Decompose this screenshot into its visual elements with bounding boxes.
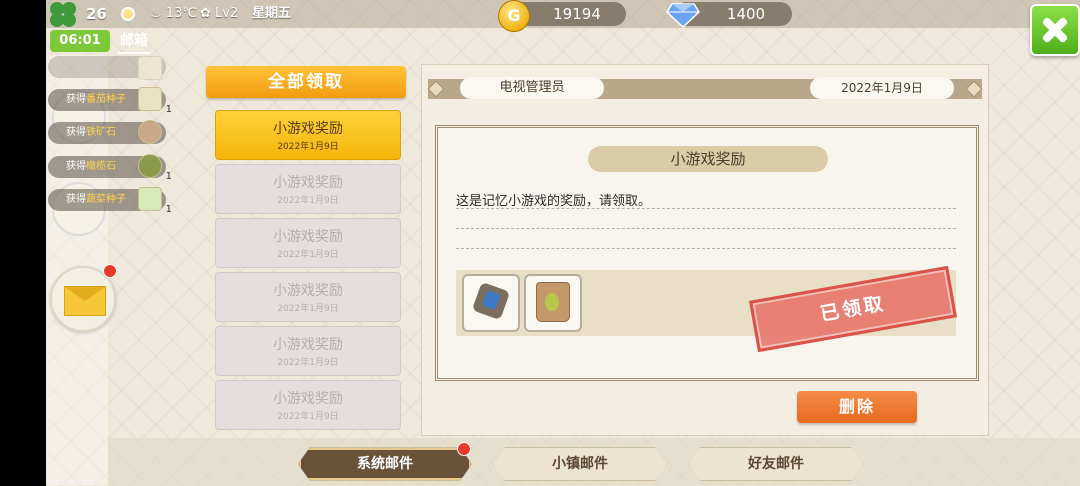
notif-prefix: 获得: [66, 194, 86, 205]
temperature: ♨ 13℃: [150, 4, 197, 24]
tomato-seed-icon: [138, 87, 162, 111]
mail-detail-panel: 电视管理员 2022年1月9日 小游戏奖励 这是记忆小游戏的奖励，请领取。 已领…: [421, 64, 989, 436]
gold-coin-icon: G: [498, 0, 530, 32]
notification-item: 获得蔬菜种子 1: [48, 187, 172, 215]
mail-item-title: 小游戏奖励: [273, 121, 343, 137]
clock: 06:01: [50, 30, 110, 52]
mail-alert-dot: [103, 264, 117, 278]
notif-count: 1: [165, 171, 172, 182]
iron-ore-icon: [138, 120, 162, 144]
mail-item-title: 小游戏奖励: [273, 337, 343, 353]
notification-item: 获得橄榄石 1: [48, 154, 172, 182]
mail-item-title: 小游戏奖励: [273, 175, 343, 191]
notif-prefix: 获得: [66, 94, 86, 105]
collect-all-button[interactable]: 全部领取: [206, 66, 406, 98]
mail-body: 这是记忆小游戏的奖励，请领取。: [456, 194, 652, 209]
player-level: 26: [86, 5, 107, 23]
notif-item-name: 蔬菜种子: [86, 194, 126, 205]
mail-content: 小游戏奖励 这是记忆小游戏的奖励，请领取。: [435, 125, 979, 381]
notif-item-name: 铁矿石: [86, 127, 116, 138]
item-icon: [138, 56, 162, 80]
mail-item-title: 小游戏奖励: [273, 229, 343, 245]
tab-system-mail[interactable]: 系统邮件: [298, 447, 472, 481]
mail-item[interactable]: 小游戏奖励 2022年1月9日: [215, 218, 401, 268]
mail-item-date: 2022年1月9日: [277, 142, 339, 152]
notif-prefix: 获得: [66, 127, 86, 138]
olivine-icon: [138, 154, 162, 178]
envelope-icon: [64, 286, 106, 316]
mail-date: 2022年1月9日: [810, 77, 954, 99]
weekday: 星期五: [252, 6, 292, 21]
notification-item: 获得番茄种子 1: [48, 87, 172, 115]
mail-item[interactable]: 小游戏奖励 2022年1月9日: [215, 380, 401, 430]
vegetable-seed-icon: [138, 187, 162, 211]
notification-item: 获得铁矿石: [48, 120, 166, 144]
mail-item-date: 2022年1月9日: [277, 250, 339, 260]
notif-prefix: 获得: [66, 161, 86, 172]
status-bar: 26 ♨ 13℃ ✿ Lv2 星期五 19194 G 1400: [46, 0, 1080, 32]
gold-value: 19194: [553, 5, 601, 23]
diamond-value: 1400: [726, 5, 766, 23]
divider: [456, 248, 956, 249]
mail-item-date: 2022年1月9日: [277, 358, 339, 368]
temperature-value: 13℃: [165, 6, 197, 21]
reward-seed-bag[interactable]: [524, 274, 582, 332]
thermometer-icon: ♨: [150, 6, 162, 21]
notif-item-name: 橄榄石: [86, 161, 116, 172]
mail-item[interactable]: 小游戏奖励 2022年1月9日: [215, 110, 401, 160]
weather-level: ✿ Lv2: [200, 4, 238, 24]
close-button[interactable]: [1030, 4, 1080, 56]
mailbox-title: 邮箱: [118, 30, 150, 54]
mail-item-date: 2022年1月9日: [277, 304, 339, 314]
mail-item-date: 2022年1月9日: [277, 412, 339, 422]
tab-alert-dot: [457, 442, 471, 456]
reward-ore[interactable]: [462, 274, 520, 332]
divider: [456, 208, 956, 209]
faded-notification: [48, 56, 166, 80]
divider: [456, 228, 956, 229]
weather-level-value: Lv2: [215, 6, 239, 21]
sun-icon: [118, 4, 138, 24]
mail-sender: 电视管理员: [460, 77, 604, 99]
notif-count: 1: [165, 204, 172, 215]
tab-town-mail[interactable]: 小镇邮件: [493, 447, 667, 481]
clover-icon: [48, 2, 84, 30]
pinwheel-icon: ✿: [200, 6, 211, 21]
mail-item-title: 小游戏奖励: [273, 283, 343, 299]
delete-button[interactable]: 删除: [797, 391, 917, 423]
mail-item[interactable]: 小游戏奖励 2022年1月9日: [215, 164, 401, 214]
notif-count: 1: [165, 104, 172, 115]
game-screen: 26 ♨ 13℃ ✿ Lv2 星期五 19194 G 1400 06:01 邮箱: [46, 0, 1080, 486]
mail-item-title: 小游戏奖励: [273, 391, 343, 407]
mail-item[interactable]: 小游戏奖励 2022年1月9日: [215, 272, 401, 322]
mail-subject: 小游戏奖励: [588, 146, 828, 172]
notif-item-name: 番茄种子: [86, 94, 126, 105]
mail-item[interactable]: 小游戏奖励 2022年1月9日: [215, 326, 401, 376]
ore-icon: [471, 281, 511, 321]
seed-bag-icon: [536, 282, 570, 322]
mail-item-date: 2022年1月9日: [277, 196, 339, 206]
diamond-icon: [666, 3, 700, 28]
tab-friend-mail[interactable]: 好友邮件: [689, 447, 863, 481]
